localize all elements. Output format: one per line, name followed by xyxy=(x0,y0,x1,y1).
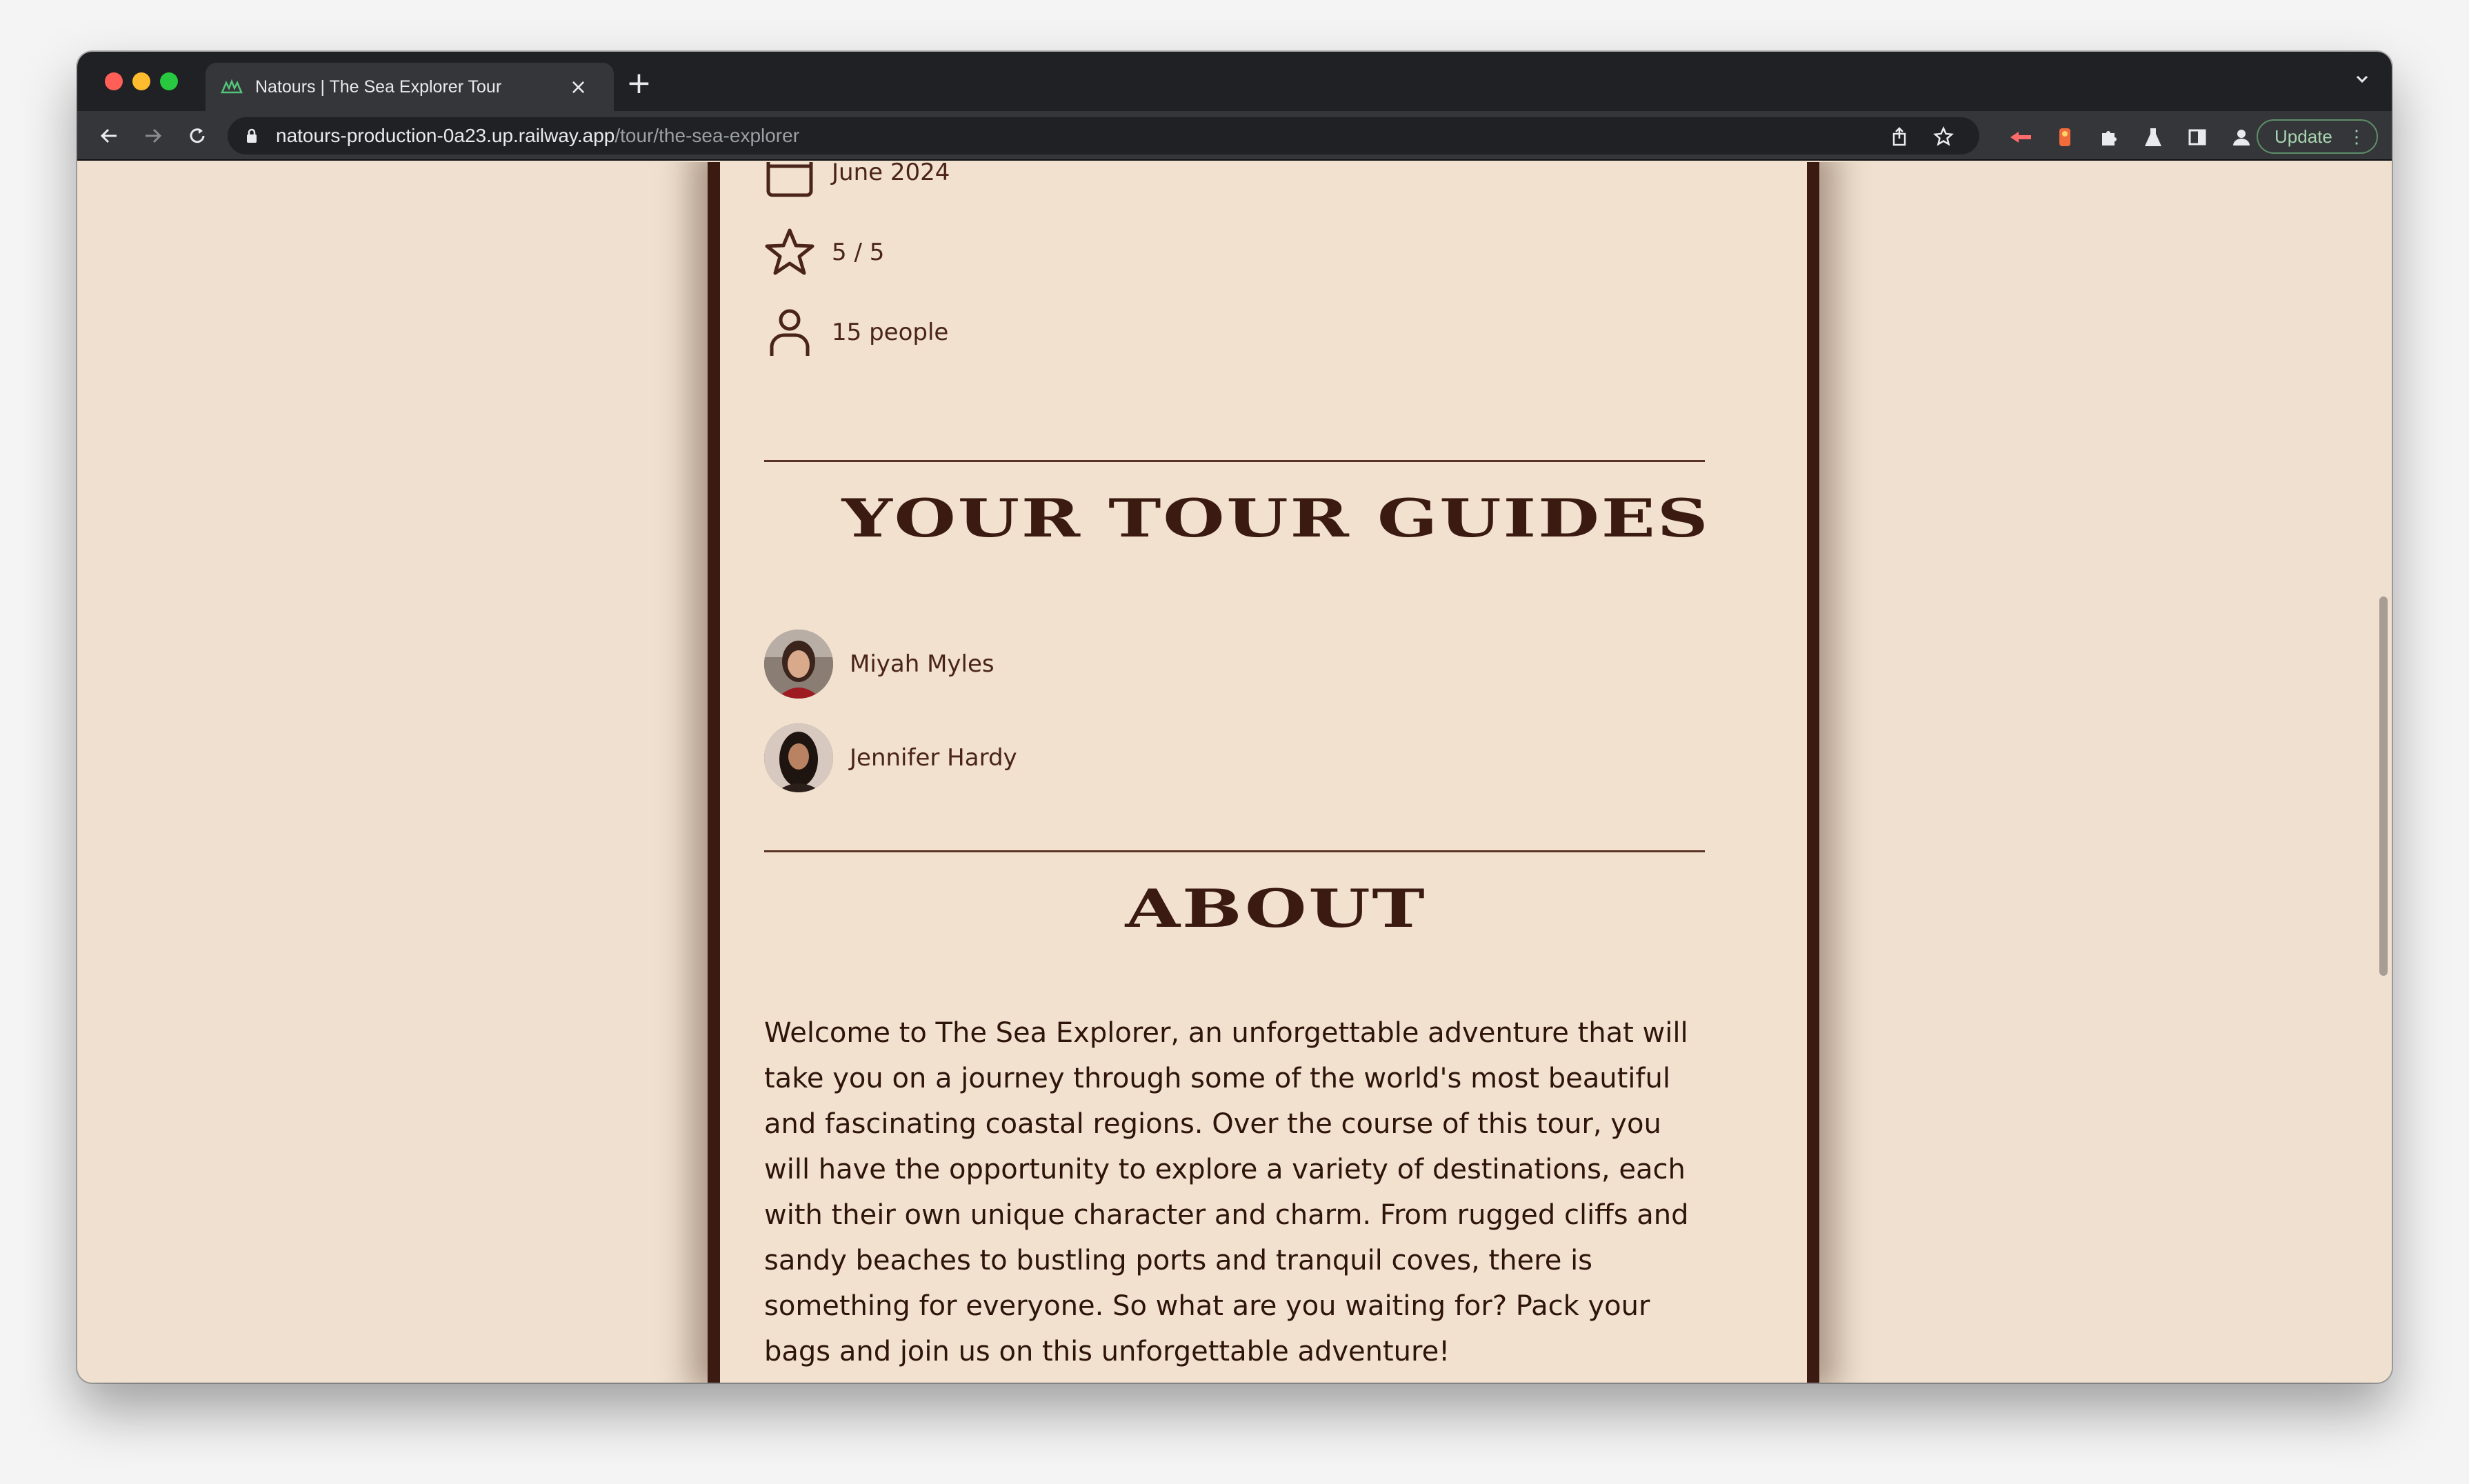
calendar-icon xyxy=(764,162,815,198)
zoom-window-button[interactable] xyxy=(160,72,178,90)
avatar xyxy=(764,630,833,699)
guide-item: Miyah Myles xyxy=(764,630,994,699)
extension-orange-icon[interactable] xyxy=(2052,125,2077,150)
fact-group-size: 15 people xyxy=(764,307,948,358)
guide-name: Miyah Myles xyxy=(850,650,994,678)
star-icon xyxy=(764,227,815,278)
lock-icon[interactable] xyxy=(246,128,261,143)
url-host: natours-production-0a23.up.railway.app xyxy=(276,125,615,146)
minimize-window-button[interactable] xyxy=(132,72,150,90)
flask-icon[interactable] xyxy=(2141,125,2166,150)
divider xyxy=(764,850,1705,852)
fact-date-text: June 2024 xyxy=(832,162,950,186)
puzzle-extensions-icon[interactable] xyxy=(2097,125,2121,150)
avatar xyxy=(764,723,833,792)
tab-title: Natours | The Sea Explorer Tour xyxy=(255,77,502,97)
natours-favicon-icon xyxy=(221,76,243,98)
guide-item: Jennifer Hardy xyxy=(764,723,1017,792)
fact-rating: 5 / 5 xyxy=(764,227,884,278)
divider xyxy=(764,460,1705,462)
guide-name: Jennifer Hardy xyxy=(850,744,1017,772)
guides-heading: YOUR TOUR GUIDES xyxy=(841,488,1710,549)
share-icon[interactable] xyxy=(1888,126,1910,148)
browser-tab[interactable]: Natours | The Sea Explorer Tour × xyxy=(206,63,614,111)
fact-rating-text: 5 / 5 xyxy=(832,239,885,266)
fact-group-size-text: 15 people xyxy=(832,319,949,346)
address-bar[interactable]: natours-production-0a23.up.railway.app/t… xyxy=(228,117,1979,154)
update-button[interactable]: Update ⋮ xyxy=(2257,119,2378,154)
url-text: natours-production-0a23.up.railway.app/t… xyxy=(276,125,799,147)
tab-search-chevron-icon[interactable] xyxy=(2353,70,2371,92)
about-heading: ABOUT xyxy=(1125,878,1427,939)
page-viewport: June 2024 5 / 5 15 people YOUR TOUR GUID… xyxy=(77,162,2392,1383)
browser-window: Natours | The Sea Explorer Tour × + nato… xyxy=(77,52,2392,1383)
sidebar-icon[interactable] xyxy=(2185,125,2210,150)
user-icon xyxy=(764,307,815,358)
forward-arrow-icon[interactable] xyxy=(138,121,168,151)
tab-strip: Natours | The Sea Explorer Tour × + xyxy=(77,52,2392,111)
tab-close-icon[interactable]: × xyxy=(570,75,587,99)
kebab-menu-icon[interactable]: ⋮ xyxy=(2348,126,2366,148)
profile-icon[interactable] xyxy=(2229,125,2254,150)
scrollbar-thumb[interactable] xyxy=(2379,596,2388,976)
tour-detail-card: June 2024 5 / 5 15 people YOUR TOUR GUID… xyxy=(708,162,1819,1383)
extension-red-icon[interactable] xyxy=(2008,125,2033,150)
star-bookmark-icon[interactable] xyxy=(1932,126,1955,148)
close-window-button[interactable] xyxy=(105,72,123,90)
back-arrow-icon[interactable] xyxy=(94,121,124,151)
about-description: Welcome to The Sea Explorer, an unforget… xyxy=(764,1017,1689,1367)
fact-date: June 2024 xyxy=(764,162,950,198)
new-tab-button[interactable]: + xyxy=(626,66,652,101)
browser-toolbar: natours-production-0a23.up.railway.app/t… xyxy=(77,111,2392,161)
reload-icon[interactable] xyxy=(182,121,212,151)
update-label: Update xyxy=(2275,126,2332,147)
url-path: /tour/the-sea-explorer xyxy=(614,125,800,146)
page-scrollbar[interactable] xyxy=(2375,162,2392,1383)
